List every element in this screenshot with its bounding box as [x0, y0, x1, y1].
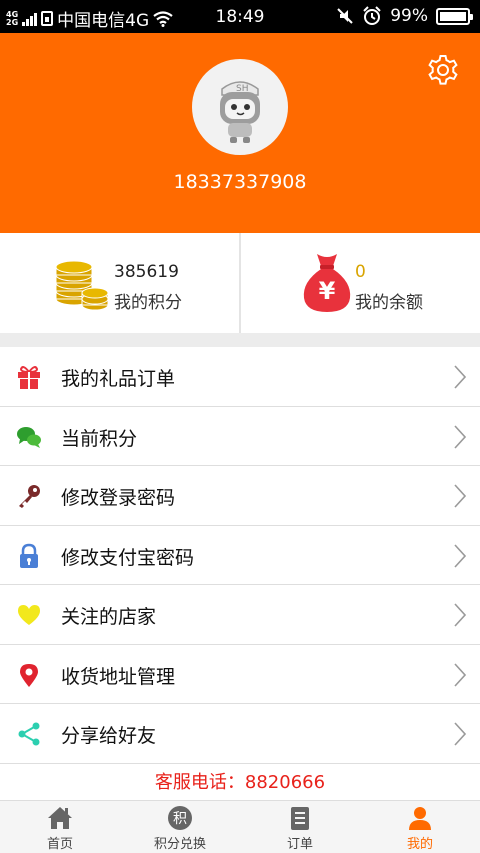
menu-item-label: 修改登录密码 [61, 487, 176, 509]
order-icon [291, 807, 309, 830]
menu-item-label: 关注的店家 [61, 606, 157, 628]
balance-label: 我的余额 [355, 293, 423, 313]
menu-item-share-with-friends[interactable]: 分享给好友 [0, 704, 480, 764]
chevron-right-icon [454, 662, 466, 687]
menu-item-followed-stores[interactable]: 关注的店家 [0, 585, 480, 645]
menu-item-label: 我的礼品订单 [61, 368, 176, 390]
balance-value: 0 [355, 262, 366, 282]
yuan-symbol: ¥ [319, 277, 336, 305]
chevron-right-icon [454, 484, 466, 508]
mute-icon [337, 8, 353, 24]
user-phone-number: 18337337908 [173, 171, 307, 193]
location-pin-icon [20, 663, 38, 687]
lock-icon [20, 543, 38, 568]
menu-item-label: 当前积分 [61, 427, 138, 450]
share-icon [18, 722, 40, 746]
menu-item-gift-orders[interactable]: 我的礼品订单 [0, 347, 480, 407]
points-stat[interactable]: 385619 我的积分 [0, 233, 239, 333]
balance-stat[interactable]: ¥ 0 我的余额 [241, 233, 480, 333]
battery-icon [436, 7, 473, 25]
coins-icon [55, 260, 109, 311]
tab-points-exchange[interactable]: 积 积分兑换 [120, 801, 240, 853]
tab-home[interactable]: 首页 [0, 801, 120, 853]
customer-service-hotline[interactable]: 客服电话：8820666 [0, 764, 480, 800]
menu-item-label: 收货地址管理 [61, 665, 176, 688]
avatar[interactable]: SH [192, 59, 288, 155]
bottom-tab-bar: 首页 积 积分兑换 订单 我的 [0, 800, 480, 853]
alarm-icon [363, 6, 381, 25]
key-icon [19, 485, 40, 508]
user-icon [409, 807, 431, 830]
tab-orders[interactable]: 订单 [240, 801, 360, 853]
tab-label: 首页 [46, 837, 73, 852]
chevron-right-icon [454, 543, 466, 568]
profile-menu: 我的礼品订单 当前积分 修改登录密码 修改支付宝密码 关注的店家 收货地址管理 … [0, 347, 480, 764]
mascot-avatar-icon: SH [220, 81, 260, 143]
points-value: 385619 [114, 262, 179, 282]
battery-percent: 99% [390, 6, 428, 26]
points-icon: 积 [168, 806, 192, 830]
points-glyph: 积 [173, 811, 187, 827]
tab-label: 订单 [286, 837, 313, 852]
chevron-right-icon [454, 365, 466, 389]
money-bag-icon: ¥ [303, 254, 351, 312]
chevron-right-icon [454, 603, 466, 627]
menu-item-label: 分享给好友 [61, 725, 157, 747]
points-label: 我的积分 [114, 293, 182, 313]
settings-gear-icon[interactable] [426, 53, 460, 87]
tab-mine[interactable]: 我的 [360, 801, 480, 853]
account-stats: 385619 我的积分 ¥ 0 我的余额 [0, 233, 480, 333]
menu-item-change-alipay-password[interactable]: 修改支付宝密码 [0, 525, 480, 585]
menu-item-label: 修改支付宝密码 [61, 546, 195, 569]
gift-icon [18, 366, 40, 389]
status-bar: 4G 2G 中国电信4G 18:49 99% [0, 0, 480, 33]
menu-item-current-points[interactable]: 当前积分 [0, 406, 480, 466]
profile-header: SH 18337337908 [0, 33, 480, 233]
chevron-right-icon [454, 424, 466, 449]
tab-label: 积分兑换 [153, 837, 206, 852]
home-icon [48, 807, 72, 829]
menu-item-address-management[interactable]: 收货地址管理 [0, 644, 480, 704]
menu-item-change-login-password[interactable]: 修改登录密码 [0, 466, 480, 526]
chat-bubbles-icon [17, 426, 41, 448]
tab-label: 我的 [406, 837, 433, 852]
heart-icon [18, 605, 40, 625]
chevron-right-icon [454, 722, 466, 746]
